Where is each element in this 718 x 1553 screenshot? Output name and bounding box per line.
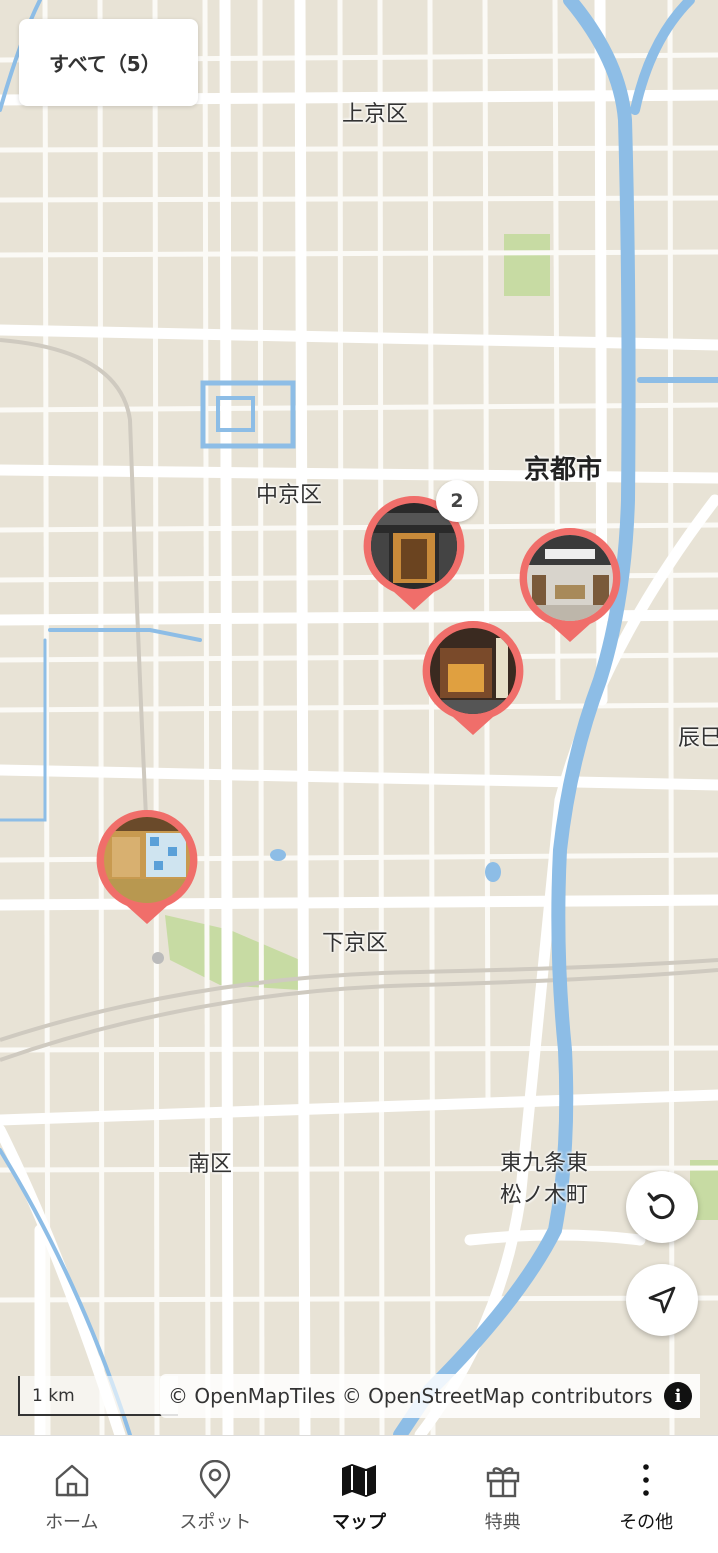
- district-label-tatsumi: 辰巳: [678, 726, 718, 751]
- spot-photo: [527, 535, 613, 621]
- refresh-icon: [647, 1192, 675, 1220]
- tab-label: その他: [619, 1512, 674, 1533]
- tab-label: スポット: [179, 1512, 252, 1533]
- navigation-arrow-icon: [648, 1286, 676, 1314]
- map-attribution[interactable]: © OpenMapTiles © OpenStreetMap contribut…: [160, 1374, 700, 1418]
- spot-photo: [430, 628, 516, 714]
- tab-label: ホーム: [45, 1512, 99, 1533]
- filter-all-button[interactable]: すべて（5）: [19, 19, 198, 106]
- reset-view-button[interactable]: [626, 1171, 698, 1243]
- spot-marker-bookstore[interactable]: [518, 526, 622, 642]
- tab-more[interactable]: その他: [574, 1436, 718, 1553]
- cluster-count-badge: 2: [436, 480, 478, 522]
- tab-home[interactable]: ホーム: [0, 1436, 144, 1553]
- spot-marker-tearoom[interactable]: [95, 808, 199, 924]
- district-label-kamigyo: 上京区: [342, 102, 409, 127]
- bottom-tab-bar: ホーム スポット マップ 特典 その他: [0, 1435, 718, 1553]
- city-label-kyoto: 京都市: [524, 455, 603, 485]
- more-vertical-icon: [643, 1464, 649, 1496]
- map-tiles: [0, 0, 718, 1435]
- gift-icon: [486, 1467, 519, 1498]
- location-pin-icon: [200, 1460, 231, 1499]
- tab-label: マップ: [331, 1512, 386, 1533]
- spot-photo: [104, 817, 190, 903]
- map-view[interactable]: 上京区 京都市 中京区 辰巳 下京区 南区 東九条東 松ノ木町 2 すべて（5）: [0, 0, 718, 1435]
- tab-label: 特典: [484, 1512, 521, 1533]
- info-icon[interactable]: i: [664, 1382, 692, 1410]
- scale-label: 1 km: [32, 1386, 75, 1406]
- district-label-shimogyo: 下京区: [322, 931, 389, 956]
- home-icon: [55, 1464, 88, 1497]
- tab-map[interactable]: マップ: [287, 1436, 431, 1553]
- tab-benefits[interactable]: 特典: [431, 1436, 575, 1553]
- current-location-button[interactable]: [626, 1264, 698, 1336]
- attribution-text: © OpenMapTiles © OpenStreetMap contribut…: [168, 1384, 653, 1408]
- district-label-nakagyo: 中京区: [256, 483, 323, 508]
- map-icon: [341, 1464, 376, 1497]
- area-label-matsunokicho: 松ノ木町: [500, 1183, 589, 1208]
- district-label-minami: 南区: [188, 1152, 233, 1177]
- map-scale-bar: 1 km: [18, 1376, 178, 1416]
- tab-spot[interactable]: スポット: [144, 1436, 288, 1553]
- area-label-higashikujo: 東九条東: [500, 1151, 589, 1176]
- spot-marker-shop[interactable]: [421, 619, 525, 735]
